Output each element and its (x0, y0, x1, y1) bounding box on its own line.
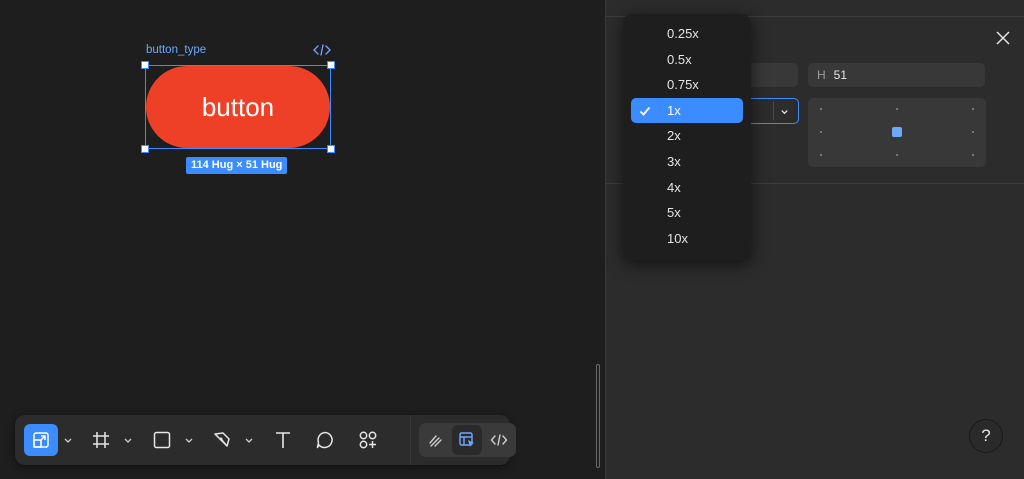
size-badge: 114 Hug × 51 Hug (186, 157, 288, 174)
align-dot[interactable] (820, 108, 822, 110)
option-label: 0.25x (667, 26, 699, 41)
option-label: 5x (667, 205, 681, 221)
rectangle-tool-button[interactable] (145, 424, 179, 456)
align-center-selected[interactable] (892, 127, 902, 137)
scale-option[interactable]: 5x (631, 200, 743, 226)
toolbar-divider (410, 415, 411, 465)
scale-dropdown-menu: 0.25x 0.5x 0.75x 1x 2x 3x 4x 5x 10x (623, 14, 751, 260)
vertical-scrollbar[interactable] (596, 364, 600, 468)
height-label: H (817, 68, 826, 82)
close-icon[interactable] (996, 31, 1010, 45)
alignment-grid[interactable] (808, 98, 986, 167)
components-icon (359, 431, 377, 449)
resize-handle-bottom-right[interactable] (327, 145, 335, 153)
align-dot[interactable] (820, 131, 822, 133)
scale-option[interactable]: 2x (631, 123, 743, 149)
align-dot[interactable] (896, 154, 898, 156)
design-mode-icon (459, 432, 474, 447)
height-value[interactable]: 51 (834, 68, 847, 82)
align-dot[interactable] (972, 154, 974, 156)
dev-mode-button[interactable] (484, 425, 514, 455)
comment-icon (316, 431, 333, 449)
scale-select[interactable] (745, 98, 799, 124)
option-label: 10x (667, 230, 688, 246)
code-icon[interactable] (313, 43, 331, 57)
frame-tool-icon (93, 432, 109, 448)
option-label: 2x (667, 128, 681, 144)
bottom-toolbar (15, 415, 516, 465)
scale-option-selected[interactable]: 1x (631, 97, 743, 124)
help-button[interactable]: ? (969, 419, 1003, 453)
selection-outline (141, 61, 335, 153)
scale-option[interactable]: 10x (631, 226, 743, 252)
chevron-down-icon[interactable] (184, 435, 194, 445)
scale-option[interactable]: 4x (631, 175, 743, 201)
chevron-down-icon[interactable] (780, 107, 789, 116)
option-label: 1x (667, 102, 681, 118)
align-dot[interactable] (896, 108, 898, 110)
checkmark-icon (639, 106, 651, 116)
resize-handle-top-left[interactable] (141, 61, 149, 69)
option-label: 0.75x (667, 77, 699, 93)
pen-icon (214, 432, 230, 447)
scale-option[interactable]: 3x (631, 149, 743, 175)
move-tool-icon (33, 432, 49, 448)
text-icon (276, 432, 290, 448)
mode-switcher (419, 423, 516, 457)
option-label: 0.5x (667, 51, 692, 67)
frame-name-label[interactable]: button_type (146, 44, 206, 56)
width-field[interactable] (745, 63, 798, 87)
chevron-down-icon[interactable] (244, 435, 254, 445)
option-label: 3x (667, 153, 681, 169)
chevron-down-icon[interactable] (123, 435, 133, 445)
align-dot[interactable] (972, 131, 974, 133)
height-field[interactable]: H 51 (808, 63, 985, 87)
resize-handle-bottom-left[interactable] (141, 145, 149, 153)
resize-handle-top-right[interactable] (327, 61, 335, 69)
canvas[interactable]: button_type button 114 Hug × 51 Hug (0, 0, 605, 479)
draw-icon (429, 435, 442, 447)
frame-tool-button[interactable] (84, 424, 118, 456)
select-separator (773, 102, 774, 120)
design-mode-button[interactable] (452, 425, 482, 455)
scale-option[interactable]: 0.25x (631, 21, 743, 47)
move-tool-button[interactable] (24, 424, 58, 456)
components-tool-button[interactable] (351, 424, 385, 456)
pen-tool-button[interactable] (205, 424, 239, 456)
chevron-down-icon[interactable] (63, 435, 73, 445)
rectangle-icon (153, 431, 171, 449)
align-dot[interactable] (972, 108, 974, 110)
align-dot[interactable] (820, 154, 822, 156)
scale-option[interactable]: 0.5x (631, 47, 743, 73)
draw-mode-button[interactable] (421, 425, 451, 455)
code-icon (490, 434, 508, 446)
comment-tool-button[interactable] (308, 424, 342, 456)
text-tool-button[interactable] (266, 424, 300, 456)
option-label: 4x (667, 179, 681, 195)
scale-option[interactable]: 0.75x (631, 72, 743, 98)
